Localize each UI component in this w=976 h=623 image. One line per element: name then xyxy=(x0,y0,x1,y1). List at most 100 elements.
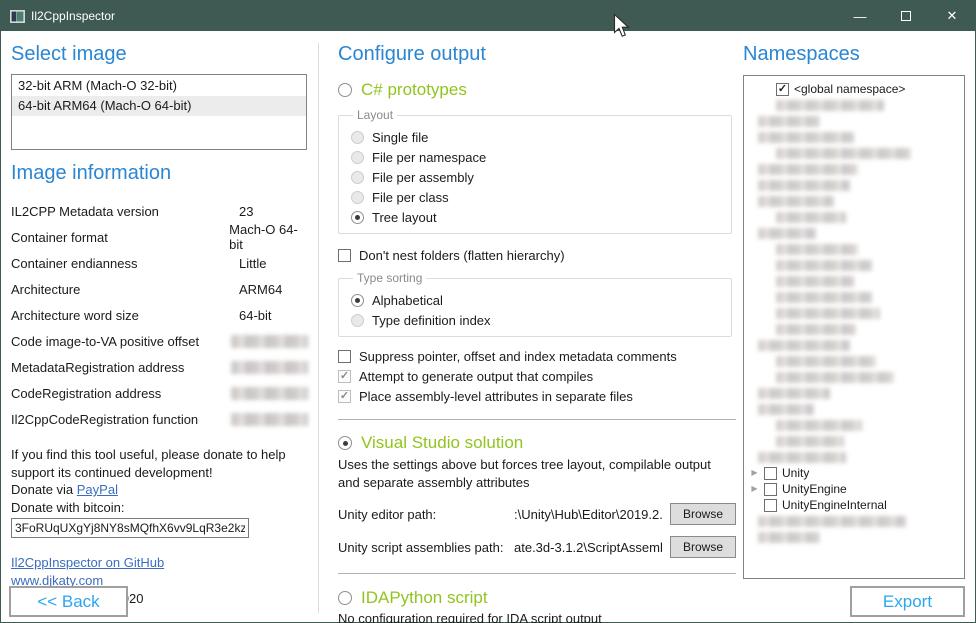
type-sorting-group-label: Type sorting xyxy=(353,271,426,285)
github-link[interactable]: Il2CppInspector on GitHub xyxy=(11,555,164,570)
layout-option-file-per-assembly[interactable]: File per assembly xyxy=(351,170,721,185)
image-list-item-64bit[interactable]: 64-bit ARM64 (Mach-O 64-bit) xyxy=(12,96,306,116)
bitcoin-address-input[interactable] xyxy=(11,518,249,538)
suppress-comments-option[interactable]: Suppress pointer, offset and index metad… xyxy=(338,349,736,364)
namespace-label: UnityEngine xyxy=(782,482,847,496)
redacted-namespace-item[interactable] xyxy=(750,305,960,321)
redacted-namespace-item[interactable] xyxy=(750,177,960,193)
redacted-namespace-item[interactable] xyxy=(750,289,960,305)
close-button[interactable]: ✕ xyxy=(929,1,975,31)
browse-editor-button[interactable]: Browse xyxy=(670,503,736,525)
single-file-radio[interactable] xyxy=(351,131,364,144)
flatten-hierarchy-checkbox[interactable] xyxy=(338,249,351,262)
unity-checkbox[interactable] xyxy=(764,467,777,480)
layout-option-file-per-namespace[interactable]: File per namespace xyxy=(351,150,721,165)
namespaces-tree[interactable]: <global namespace> ▶ Unity ▶ UnityEngine… xyxy=(743,75,965,579)
expander-icon[interactable]: ▶ xyxy=(750,469,759,477)
redacted-namespace-item[interactable] xyxy=(750,129,960,145)
redacted-namespace-item[interactable] xyxy=(750,209,960,225)
redacted-namespace-item[interactable] xyxy=(750,145,960,161)
separate-attributes-option[interactable]: Place assembly-level attributes in separ… xyxy=(338,389,736,404)
expander-icon[interactable]: ▶ xyxy=(750,485,759,493)
image-list-item-32bit[interactable]: 32-bit ARM (Mach-O 32-bit) xyxy=(12,76,306,96)
redacted-namespace-item[interactable] xyxy=(750,321,960,337)
unity-editor-path-value[interactable]: :\Unity\Hub\Editor\2019.2.8f1 xyxy=(514,507,662,522)
flatten-hierarchy-option[interactable]: Don't nest folders (flatten hierarchy) xyxy=(338,248,736,263)
paypal-link[interactable]: PayPal xyxy=(77,482,118,497)
compilable-output-checkbox[interactable] xyxy=(338,370,351,383)
redacted-text xyxy=(776,356,876,367)
window-title: Il2CppInspector xyxy=(31,9,115,23)
namespace-item-global[interactable]: <global namespace> xyxy=(750,81,960,97)
redacted-namespace-item[interactable] xyxy=(750,401,960,417)
info-value: 23 xyxy=(239,204,253,219)
minimize-button[interactable]: — xyxy=(837,1,883,31)
csharp-prototypes-label: C# prototypes xyxy=(361,80,467,100)
csharp-prototypes-radio[interactable] xyxy=(338,83,352,97)
redacted-value xyxy=(231,335,308,348)
redacted-namespace-item[interactable] xyxy=(750,353,960,369)
redacted-namespace-item[interactable] xyxy=(750,369,960,385)
file-per-namespace-radio[interactable] xyxy=(351,151,364,164)
redacted-namespace-item[interactable] xyxy=(750,97,960,113)
separate-attributes-checkbox[interactable] xyxy=(338,390,351,403)
browse-assemblies-button[interactable]: Browse xyxy=(670,536,736,558)
unity-script-assemblies-value[interactable]: ate.3d-3.1.2\ScriptAssemblies xyxy=(514,540,662,555)
redacted-namespace-item[interactable] xyxy=(750,417,960,433)
export-button[interactable]: Export xyxy=(850,586,965,617)
redacted-namespace-item[interactable] xyxy=(750,385,960,401)
redacted-namespace-item[interactable] xyxy=(750,193,960,209)
redacted-namespace-item[interactable] xyxy=(750,257,960,273)
redacted-text xyxy=(758,388,830,399)
redacted-text xyxy=(776,420,862,431)
image-information-table: IL2CPP Metadata version23 Container form… xyxy=(11,198,308,432)
unityengine-checkbox[interactable] xyxy=(764,483,777,496)
namespace-item-unityengineinternal[interactable]: UnityEngineInternal xyxy=(750,497,960,513)
layout-option-tree-layout[interactable]: Tree layout xyxy=(351,210,721,225)
unity-editor-path-label: Unity editor path: xyxy=(338,507,506,522)
redacted-namespace-item[interactable] xyxy=(750,529,960,545)
tree-layout-radio[interactable] xyxy=(351,211,364,224)
global-namespace-checkbox[interactable] xyxy=(776,83,789,96)
redacted-namespace-item[interactable] xyxy=(750,337,960,353)
namespace-item-unityengine[interactable]: ▶ UnityEngine xyxy=(750,481,960,497)
visual-studio-option[interactable]: Visual Studio solution xyxy=(338,433,736,453)
compilable-output-option[interactable]: Attempt to generate output that compiles xyxy=(338,369,736,384)
redacted-namespace-item[interactable] xyxy=(750,273,960,289)
unityengineinternal-checkbox[interactable] xyxy=(764,499,777,512)
csharp-prototypes-option[interactable]: C# prototypes xyxy=(338,80,736,100)
redacted-namespace-item[interactable] xyxy=(750,241,960,257)
option-label: Place assembly-level attributes in separ… xyxy=(359,389,633,404)
back-button[interactable]: << Back xyxy=(9,586,128,617)
idapython-radio[interactable] xyxy=(338,591,352,605)
type-definition-index-radio[interactable] xyxy=(351,314,364,327)
namespace-item-unity[interactable]: ▶ Unity xyxy=(750,465,960,481)
file-per-assembly-radio[interactable] xyxy=(351,171,364,184)
redacted-namespace-item[interactable] xyxy=(750,449,960,465)
redacted-namespace-item[interactable] xyxy=(750,513,960,529)
image-information-heading: Image information xyxy=(11,162,308,185)
sorting-option-alphabetical[interactable]: Alphabetical xyxy=(351,293,721,308)
unity-editor-path-row: Unity editor path: :\Unity\Hub\Editor\20… xyxy=(338,503,736,525)
maximize-button[interactable] xyxy=(883,1,929,31)
redacted-namespace-item[interactable] xyxy=(750,225,960,241)
file-per-class-radio[interactable] xyxy=(351,191,364,204)
alphabetical-radio[interactable] xyxy=(351,294,364,307)
redacted-namespace-item[interactable] xyxy=(750,161,960,177)
info-value: Little xyxy=(239,256,266,271)
idapython-option[interactable]: IDAPython script xyxy=(338,588,736,608)
layout-option-single-file[interactable]: Single file xyxy=(351,130,721,145)
info-label: Container format xyxy=(11,230,229,245)
sorting-option-type-definition-index[interactable]: Type definition index xyxy=(351,313,721,328)
layout-option-file-per-class[interactable]: File per class xyxy=(351,190,721,205)
configure-output-panel: Configure output C# prototypes Layout Si… xyxy=(338,31,736,623)
redacted-namespace-item[interactable] xyxy=(750,113,960,129)
redacted-namespace-rows xyxy=(750,97,960,465)
namespace-label: Unity xyxy=(782,466,809,480)
visual-studio-radio[interactable] xyxy=(338,436,352,450)
redacted-value xyxy=(231,361,308,374)
redacted-namespace-item[interactable] xyxy=(750,433,960,449)
suppress-comments-checkbox[interactable] xyxy=(338,350,351,363)
idapython-description: No configuration required for IDA script… xyxy=(338,611,736,623)
image-listbox[interactable]: 32-bit ARM (Mach-O 32-bit) 64-bit ARM64 … xyxy=(11,74,307,150)
